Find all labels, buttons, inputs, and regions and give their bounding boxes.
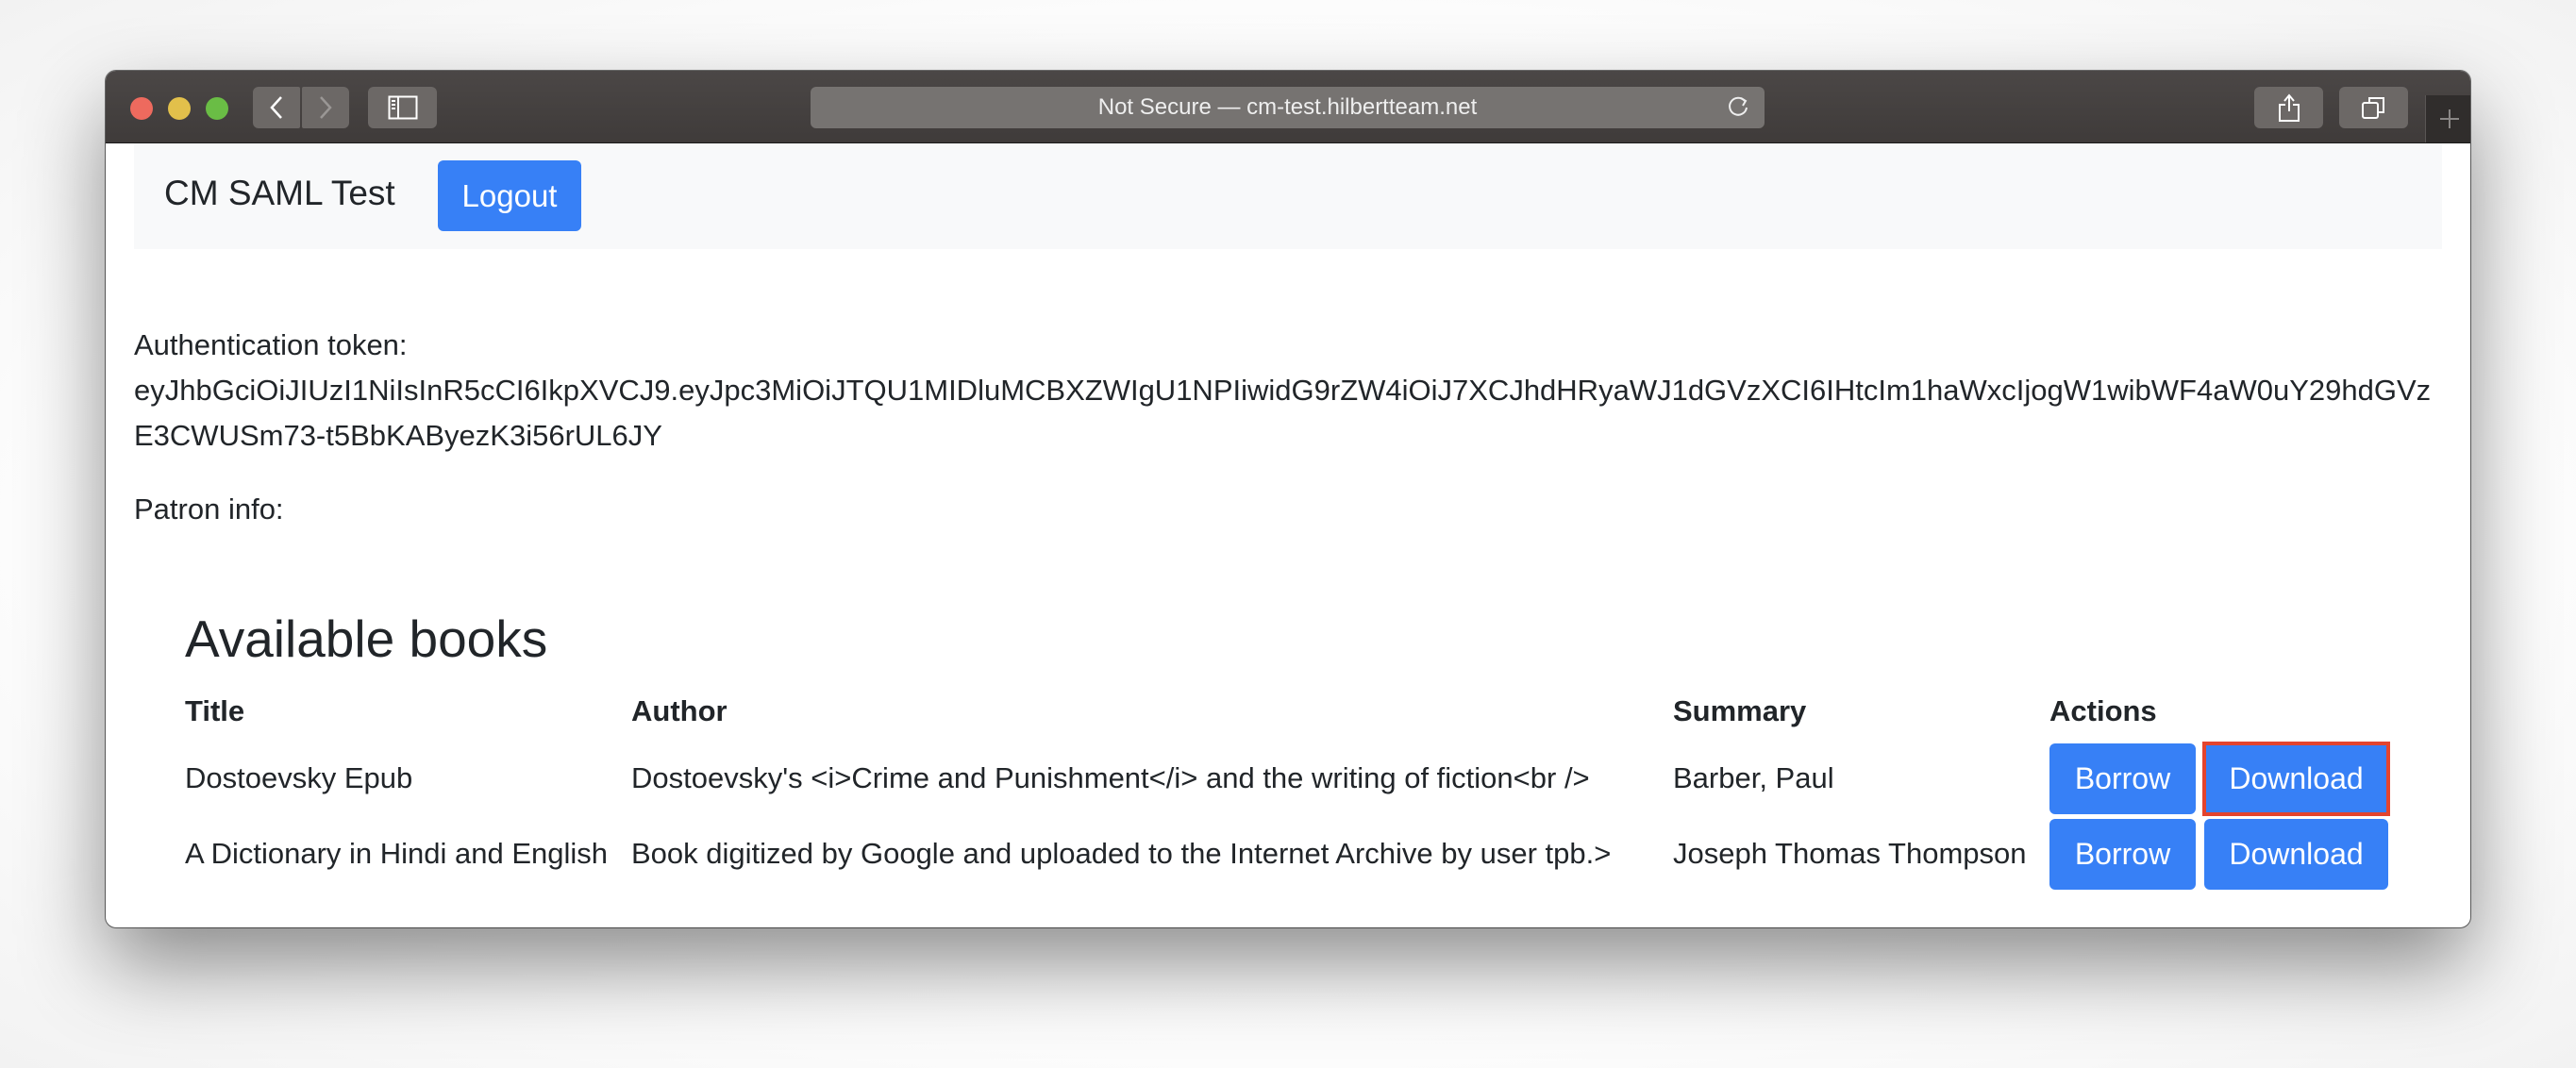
column-header-summary: Summary (1673, 693, 1807, 727)
auth-token-line-2: E3CWUSm73-t5BbKAByezK3i56rUL6JY (134, 419, 662, 452)
tabs-icon (2361, 97, 2384, 119)
auth-token-line-1: eyJhbGciOiJIUzI1NiIsInR5cCI6IkpXVCJ9.eyJ… (134, 374, 2432, 407)
book-title: A Dictionary in Hindi and English (185, 837, 609, 870)
book-author: Dostoevsky's <i>Crime and Punishment</i>… (631, 761, 1590, 794)
minimize-window-button[interactable] (168, 97, 191, 120)
maximize-window-button[interactable] (206, 97, 228, 120)
download-button[interactable]: Download (2204, 818, 2388, 890)
auth-token-label: Authentication token: (134, 328, 408, 361)
auth-token-section: Authentication token: eyJhbGciOiJIUzI1Ni… (134, 323, 2431, 459)
book-summary: Joseph Thomas Thompson (1673, 837, 2027, 870)
brand-title[interactable]: CM SAML Test (164, 174, 395, 213)
plus-icon (2440, 109, 2459, 128)
address-text: Not Secure — cm-test.hilbertteam.net (1097, 94, 1478, 120)
sidebar-icon (388, 95, 417, 120)
browser-toolbar: Not Secure — cm-test.hilbertteam.net (106, 71, 2470, 143)
book-actions: Borrow Download (2049, 816, 2388, 892)
column-header-title: Title (185, 693, 245, 727)
available-books-heading: Available books (185, 609, 548, 668)
borrow-button[interactable]: Borrow (2049, 818, 2196, 890)
back-button[interactable] (253, 87, 300, 128)
column-header-author: Author (631, 693, 728, 727)
address-bar[interactable]: Not Secure — cm-test.hilbertteam.net (811, 87, 1765, 128)
navbar: CM SAML Test Logout (134, 143, 2442, 249)
show-tabs-button[interactable] (2339, 87, 2408, 128)
share-icon (2278, 93, 2300, 122)
table-header-row: Title Author Summary Actions (185, 681, 2388, 741)
table-row: A Dictionary in Hindi and English Book d… (185, 816, 2388, 892)
book-title: Dostoevsky Epub (185, 761, 413, 794)
forward-button[interactable] (302, 87, 349, 128)
book-summary: Barber, Paul (1673, 761, 1834, 794)
logout-button[interactable]: Logout (438, 160, 581, 231)
chevron-left-icon (270, 96, 282, 119)
patron-info-label: Patron info: (134, 492, 284, 526)
browser-window: Not Secure — cm-test.hilbertteam.net CM … (106, 71, 2470, 927)
page-content: CM SAML Test Logout Authentication token… (106, 143, 2470, 927)
column-header-actions: Actions (2049, 693, 2157, 727)
book-author: Book digitized by Google and uploaded to… (631, 837, 1612, 870)
borrow-button[interactable]: Borrow (2049, 743, 2196, 814)
table-row: Dostoevsky Epub Dostoevsky's <i>Crime an… (185, 741, 2390, 816)
chevron-right-icon (320, 96, 332, 119)
book-actions: Borrow Download (2049, 741, 2390, 816)
new-tab-button[interactable] (2425, 95, 2470, 142)
download-button[interactable]: Download (2202, 741, 2390, 816)
share-button[interactable] (2254, 87, 2323, 128)
close-window-button[interactable] (130, 97, 153, 120)
reload-icon[interactable] (1727, 95, 1751, 120)
books-table: Title Author Summary Actions Dostoevsky … (185, 681, 2390, 892)
sidebar-toggle-button[interactable] (368, 87, 437, 128)
